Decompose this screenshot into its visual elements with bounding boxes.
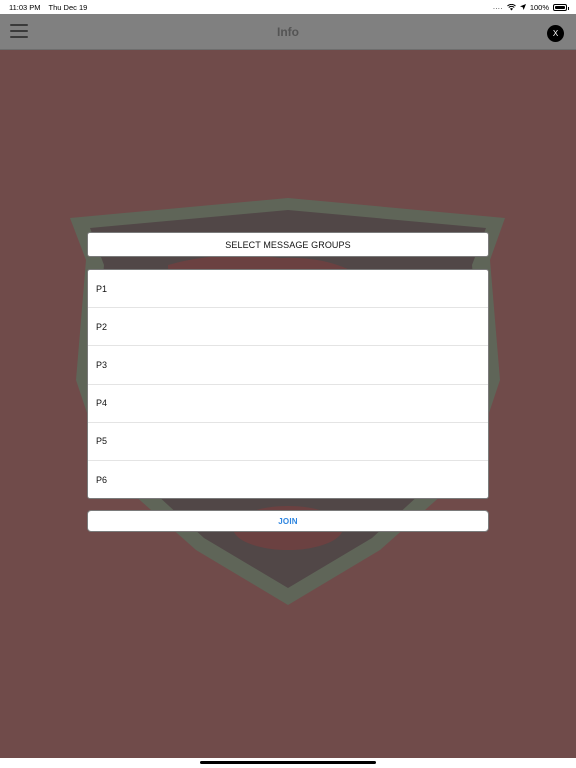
page-title: Info <box>277 25 299 39</box>
message-group-list: P1 P2 P3 P4 P5 P6 <box>87 269 489 499</box>
home-indicator[interactable] <box>200 761 376 764</box>
signal-dots: .... <box>493 3 503 11</box>
status-bar: 11:03 PM Thu Dec 19 .... 100% <box>0 0 576 14</box>
nav-bar: Info X <box>0 14 576 50</box>
group-item-p4[interactable]: P4 <box>88 385 488 423</box>
status-date: Thu Dec 19 <box>48 2 88 12</box>
status-time: 11:03 PM <box>9 2 41 12</box>
home-indicator-area <box>0 758 576 768</box>
battery-percent: 100% <box>529 2 549 12</box>
close-icon[interactable]: X <box>547 25 564 42</box>
group-item-p5[interactable]: P5 <box>88 423 488 461</box>
group-item-p3[interactable]: P3 <box>88 346 488 385</box>
dialog-title: SELECT MESSAGE GROUPS <box>87 232 489 257</box>
join-button[interactable]: JOIN <box>87 510 489 532</box>
group-item-p6[interactable]: P6 <box>88 461 488 498</box>
group-item-p1[interactable]: P1 <box>88 270 488 309</box>
battery-icon <box>553 3 569 11</box>
wifi-icon <box>506 3 516 10</box>
group-item-p2[interactable]: P2 <box>88 308 488 347</box>
location-arrow-icon <box>519 4 526 10</box>
